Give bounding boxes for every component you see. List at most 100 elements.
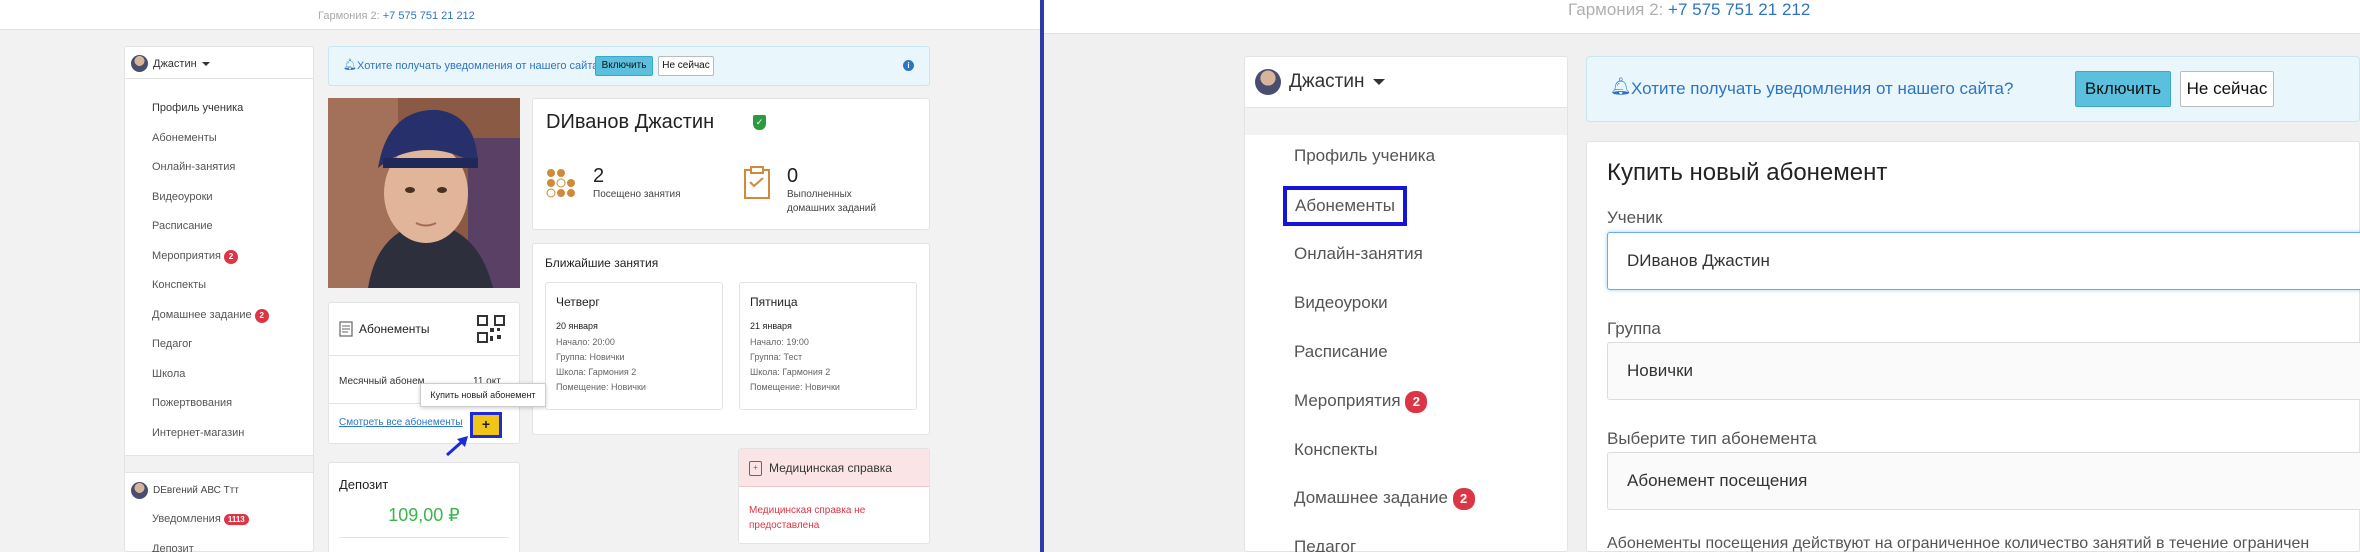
avatar — [131, 55, 148, 72]
phone-link[interactable]: +7 575 751 21 212 — [383, 10, 475, 22]
sidebar-item-schedule[interactable]: Расписание — [152, 220, 213, 232]
medical-certificate-card: + Медицинская справка Медицинская справк… — [738, 448, 930, 544]
events-badge: 2 — [224, 250, 239, 264]
document-icon — [339, 321, 353, 337]
student-select[interactable]: DИванов Джастин — [1607, 232, 2360, 290]
bell-icon: 🔔︎ — [343, 59, 357, 71]
sidebar: Джастин Профиль ученика Абонементы Онлай… — [124, 46, 314, 552]
sidebar-item-online[interactable]: Онлайн-занятия — [152, 161, 235, 173]
buy-subscription-button[interactable]: + — [470, 412, 502, 438]
sidebar-item-teacher[interactable]: Педагог — [1294, 537, 1356, 552]
form-title: Купить новый абонемент — [1607, 159, 1888, 186]
sidebar-item-videolessons[interactable]: Видеоуроки — [1294, 293, 1388, 313]
sidebar-item-notifications[interactable]: Уведомления 1113 — [152, 513, 249, 525]
user-dropdown[interactable]: Джастин — [1255, 69, 1386, 95]
type-label: Выберите тип абонемента — [1607, 429, 1817, 448]
not-now-button[interactable]: Не сейчас — [658, 56, 714, 76]
group-label: Группа — [1607, 319, 1661, 338]
deposit-card: Депозит 109,00 ₽ — [328, 462, 520, 552]
sidebar-item-school[interactable]: Школа — [152, 368, 185, 380]
deposit-title: Депозит — [339, 477, 389, 492]
sidebar-item-notes[interactable]: Конспекты — [1294, 440, 1378, 460]
push-notification-banner: 🔔︎ Хотите получать уведомления от нашего… — [1586, 56, 2360, 122]
visited-label: Посещено занятия — [593, 189, 681, 200]
lesson-card[interactable]: Четверг 20 января Начало: 20:00 Группа: … — [545, 282, 723, 410]
sidebar-item-homework[interactable]: Домашнее задание 2 — [152, 309, 269, 323]
not-now-button[interactable]: Не сейчас — [2180, 71, 2274, 107]
lesson-date: 21 января — [750, 321, 792, 331]
view-all-subscriptions-link[interactable]: Смотреть все абонементы — [339, 417, 463, 428]
second-user[interactable]: DEвгений АВС Ттт — [131, 482, 239, 499]
deposit-amount: 109,00 ₽ — [388, 505, 460, 525]
photo-image — [328, 98, 520, 288]
sidebar-item-donations[interactable]: Пожертвования — [152, 397, 232, 409]
enable-notifications-button[interactable]: Включить — [2075, 71, 2171, 107]
medical-doc-icon: + — [749, 461, 762, 476]
sidebar-item-subscriptions[interactable]: Абонементы — [152, 132, 217, 144]
homework-label-2: домашних заданий — [787, 203, 876, 214]
lesson-group: Группа: Новички — [556, 352, 625, 362]
student-name: DИванов Джастин — [546, 111, 715, 133]
attendance-dots-icon — [546, 169, 575, 198]
lesson-school: Школа: Гармония 2 — [556, 367, 637, 377]
homework-label-1: Выполненных — [787, 189, 852, 200]
notifications-badge: 1113 — [223, 514, 249, 525]
events-badge: 2 — [1405, 391, 1428, 413]
upcoming-lessons-card: Ближайшие занятия Четверг 20 января Нача… — [532, 243, 930, 435]
sidebar-item-profile[interactable]: Профиль ученика — [152, 102, 243, 114]
sidebar-item-events[interactable]: Мероприятия 2 — [1294, 391, 1428, 413]
qr-code-icon[interactable] — [477, 315, 505, 343]
lesson-start: Начало: 19:00 — [750, 337, 809, 347]
homework-badge: 2 — [1452, 488, 1475, 510]
lesson-day: Четверг — [556, 295, 600, 309]
top-bar: Гармония 2: +7 575 751 21 212 — [1044, 0, 2360, 34]
student-photo — [328, 98, 520, 288]
group-select[interactable]: Новички — [1607, 342, 2360, 400]
lesson-room: Помещение: Новички — [556, 382, 646, 392]
chevron-down-icon — [1373, 79, 1386, 85]
lesson-date: 20 января — [556, 321, 598, 331]
sidebar-item-subscriptions[interactable]: Абонементы — [1283, 186, 1407, 226]
visited-count: 2 — [593, 165, 605, 187]
avatar — [131, 482, 148, 499]
homework-badge: 2 — [254, 309, 269, 323]
upcoming-title: Ближайшие занятия — [545, 256, 659, 270]
school-phone: Гармония 2: +7 575 751 21 212 — [1568, 0, 1811, 19]
chevron-down-icon — [201, 61, 210, 66]
homework-count: 0 — [787, 165, 799, 187]
right-zoomed-panel: Гармония 2: +7 575 751 21 212 Джастин Пр… — [1044, 0, 2360, 552]
banner-text: Хотите получать уведомления от нашего са… — [357, 60, 605, 72]
lesson-card[interactable]: Пятница 21 января Начало: 19:00 Группа: … — [739, 282, 917, 410]
school-phone: Гармония 2: +7 575 751 21 212 — [318, 10, 475, 22]
medical-status-line2: предоставлена — [749, 520, 820, 531]
info-icon[interactable]: i — [903, 60, 914, 71]
sidebar-item-deposit[interactable]: Депозит — [152, 543, 194, 552]
sidebar-item-notes[interactable]: Конспекты — [152, 279, 206, 291]
pointer-arrow-icon — [446, 436, 468, 457]
lesson-day: Пятница — [750, 295, 798, 309]
enable-notifications-button[interactable]: Включить — [595, 56, 653, 76]
sidebar-item-online[interactable]: Онлайн-занятия — [1294, 244, 1423, 264]
sidebar-item-homework[interactable]: Домашнее задание 2 — [1294, 488, 1475, 510]
student-profile-card: DИванов Джастин ✓ 2 Посещено занятия 0 В… — [532, 98, 930, 230]
second-user-name: DEвгений АВС Ттт — [153, 485, 239, 496]
subscription-type-select[interactable]: Абонемент посещения — [1607, 452, 2360, 510]
subscription-row-name[interactable]: Месячный абонем — [339, 376, 425, 387]
lesson-room: Помещение: Новички — [750, 382, 840, 392]
sidebar-item-teacher[interactable]: Педагог — [152, 338, 192, 350]
sidebar-item-videolessons[interactable]: Видеоуроки — [152, 191, 213, 203]
sidebar-item-events[interactable]: Мероприятия 2 — [152, 250, 239, 264]
phone-link[interactable]: +7 575 751 21 212 — [1668, 0, 1810, 19]
subscription-type-note: Абонементы посещения действуют на ограни… — [1607, 535, 2310, 552]
medical-title: Медицинская справка — [769, 461, 892, 475]
subscriptions-title: Абонементы — [359, 322, 430, 336]
banner-text: Хотите получать уведомления от нашего са… — [1631, 79, 2014, 98]
homework-clipboard-icon — [744, 166, 770, 199]
sidebar-item-profile[interactable]: Профиль ученика — [1294, 146, 1435, 166]
sidebar-item-schedule[interactable]: Расписание — [1294, 342, 1388, 362]
user-dropdown[interactable]: Джастин — [131, 55, 210, 72]
avatar — [1255, 69, 1281, 95]
sidebar: Джастин Профиль ученика Абонементы Онлай… — [1244, 56, 1568, 552]
sidebar-item-shop[interactable]: Интернет-магазин — [152, 427, 244, 439]
push-notification-banner: 🔔︎ Хотите получать уведомления от нашего… — [328, 46, 930, 86]
